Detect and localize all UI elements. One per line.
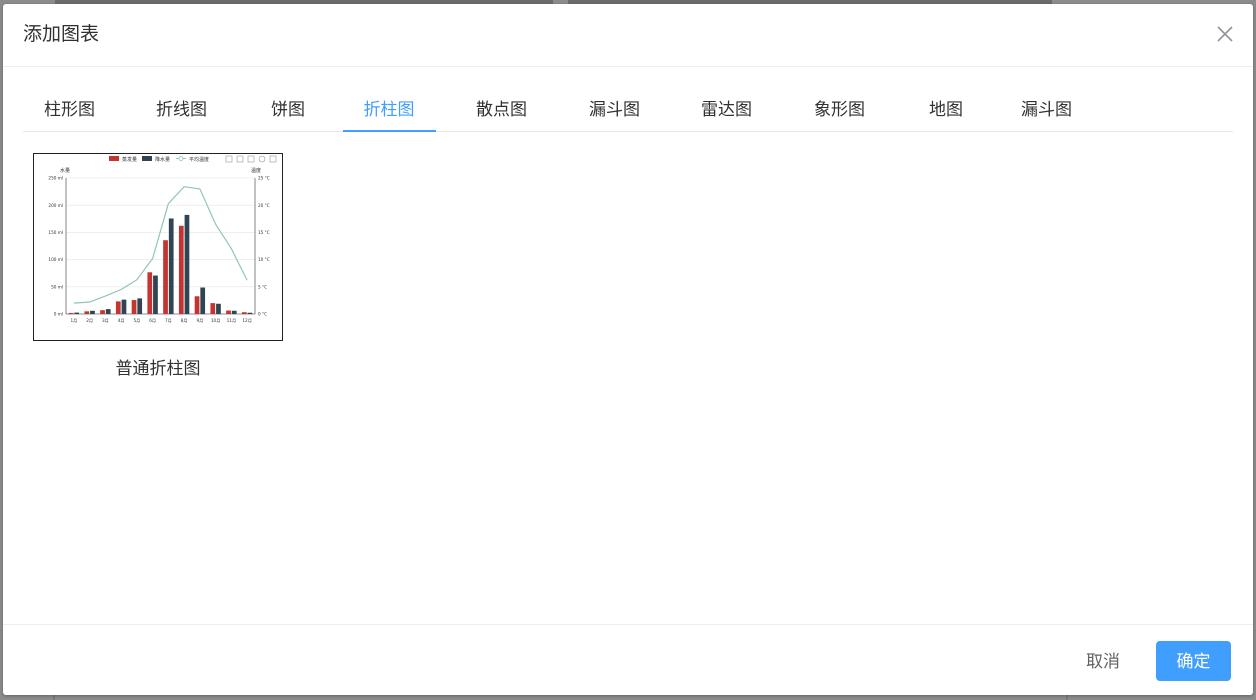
x-tick-label: 5月 xyxy=(133,318,140,324)
chart-thumbnail: 蒸发量 降水量 平均温度水量 温度 0 ml 50 ml 100 ml 150 ml 200 m… xyxy=(48,155,277,324)
legend-label: 降水量 xyxy=(155,156,170,163)
right-tick-label: 10 °C xyxy=(258,257,270,262)
dialog-title: 添加图表 xyxy=(23,23,100,45)
dialog-footer: 取消 确定 xyxy=(3,624,1253,695)
bar-evaporation xyxy=(147,272,153,314)
left-tick-label: 150 ml xyxy=(48,230,63,235)
legend-swatch xyxy=(142,156,152,161)
bar-evaporation xyxy=(131,300,137,314)
bar-precipitation xyxy=(121,299,127,314)
bar-precipitation xyxy=(216,303,221,314)
bar-precipitation xyxy=(74,312,80,314)
left-axis-name: 水量 xyxy=(60,167,70,174)
left-tick-label: 100 ml xyxy=(48,257,63,262)
right-tick-label: 25 °C xyxy=(258,176,270,181)
toolbox-icon xyxy=(236,155,244,163)
chart-type-tabs: 柱形图 折线图 饼图 折柱图 散点图 漏斗图 雷达图 象形图 地图 漏斗图 xyxy=(23,88,1233,132)
add-chart-dialog: 添加图表 柱形图 折线图 饼图 折柱图 散点图 漏斗图 雷达图 象形图 地图 漏… xyxy=(3,4,1253,695)
x-tick-label: 7月 xyxy=(165,318,172,324)
backdrop-divider-right xyxy=(1066,695,1068,700)
left-tick-label: 0 ml xyxy=(54,312,63,317)
bar-evaporation xyxy=(241,312,247,314)
legend-label: 平均温度 xyxy=(189,156,209,163)
active-tab-indicator xyxy=(343,130,436,132)
x-tick-label: 6月 xyxy=(149,318,156,324)
x-tick-label: 10月 xyxy=(211,318,221,324)
bar-evaporation xyxy=(84,311,90,314)
x-tick-label: 3月 xyxy=(102,318,109,324)
legend-label: 蒸发量 xyxy=(122,156,137,163)
x-tick-label: 8月 xyxy=(181,318,188,324)
cancel-button[interactable]: 取消 xyxy=(1063,641,1143,681)
tab-pictorial-chart[interactable]: 象形图 xyxy=(793,88,886,131)
bar-precipitation xyxy=(168,218,174,314)
tab-line-bar-chart[interactable]: 折柱图 xyxy=(343,88,435,131)
x-tick-label: 12月 xyxy=(242,318,252,324)
legend-swatch xyxy=(109,156,119,161)
bar-precipitation xyxy=(137,298,143,314)
x-tick-label: 11月 xyxy=(227,318,237,324)
toolbox-icon xyxy=(269,155,277,163)
x-tick-label: 4月 xyxy=(118,318,125,324)
bar-evaporation xyxy=(210,303,216,314)
tab-bar-chart[interactable]: 柱形图 xyxy=(23,88,116,131)
toolbox-icon xyxy=(258,155,266,163)
bar-evaporation xyxy=(115,301,121,314)
bar-evaporation xyxy=(226,310,231,314)
dialog-header: 添加图表 xyxy=(3,4,1253,67)
x-tick-label: 1月 xyxy=(70,318,77,324)
x-tick-label: 9月 xyxy=(196,318,203,324)
chart-item-label: 普通折柱图 xyxy=(115,359,201,379)
bar-evaporation xyxy=(163,240,168,314)
right-tick-label: 5 °C xyxy=(258,284,267,289)
left-tick-label: 200 ml xyxy=(48,203,63,208)
tab-scatter-chart[interactable]: 散点图 xyxy=(455,88,548,131)
right-tick-label: 20 °C xyxy=(258,203,270,208)
bar-precipitation xyxy=(247,312,253,314)
bar-precipitation xyxy=(153,275,158,314)
tab-pie-chart[interactable]: 饼图 xyxy=(255,88,321,131)
bar-precipitation xyxy=(105,309,111,314)
tab-line-chart[interactable]: 折线图 xyxy=(135,88,228,131)
bar-evaporation xyxy=(178,225,184,314)
tab-map-chart[interactable]: 地图 xyxy=(913,88,979,131)
tab-radar-chart[interactable]: 雷达图 xyxy=(680,88,773,131)
tab-funnel-chart[interactable]: 漏斗图 xyxy=(568,88,661,131)
right-tick-label: 15 °C xyxy=(258,230,270,235)
close-icon[interactable] xyxy=(1215,24,1235,44)
right-axis-name: 温度 xyxy=(251,167,261,174)
left-tick-label: 250 ml xyxy=(48,176,63,181)
bar-precipitation xyxy=(231,310,237,314)
bar-evaporation xyxy=(68,312,74,314)
x-tick-label: 2月 xyxy=(86,318,93,324)
left-tick-label: 50 ml xyxy=(51,284,63,289)
bar-evaporation xyxy=(194,296,200,314)
tab-funnel-chart-2[interactable]: 漏斗图 xyxy=(1000,88,1093,131)
toolbox-icon xyxy=(247,155,255,163)
right-tick-label: 0 °C xyxy=(258,312,267,317)
toolbox-icon xyxy=(225,155,233,163)
bar-evaporation xyxy=(100,310,105,314)
bar-precipitation xyxy=(184,214,190,314)
line-temperature xyxy=(73,186,248,304)
confirm-button[interactable]: 确定 xyxy=(1156,641,1231,681)
bar-precipitation xyxy=(200,287,206,314)
backdrop-divider-left xyxy=(53,695,55,700)
bar-precipitation xyxy=(90,310,95,314)
legend-swatch xyxy=(178,156,184,161)
chart-thumbnail-card[interactable]: 蒸发量 降水量 平均温度水量 温度 0 ml 50 ml 100 ml 150 ml 200 m… xyxy=(33,153,283,341)
